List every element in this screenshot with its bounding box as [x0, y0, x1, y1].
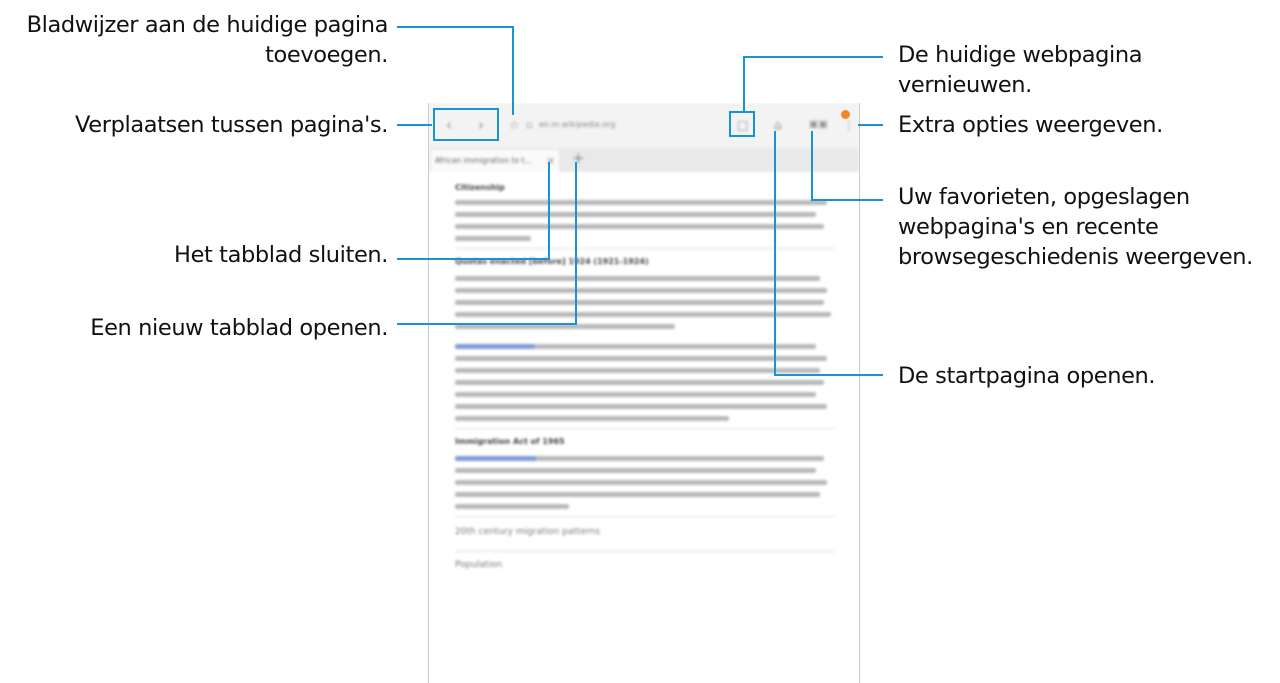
more-options-indicator-dot: [841, 110, 850, 119]
callout-favorites-line-3: browsegeschiedenis weergeven.: [898, 244, 1253, 270]
callout-favorites: Uw favorieten, opgeslagen webpagina's en…: [898, 182, 1253, 272]
callout-new-tab: Een nieuw tabblad openen.: [90, 315, 388, 341]
callout-bookmark: Bladwijzer aan de huidige pagina toevoeg…: [26, 10, 389, 70]
section-heading-population: Population: [455, 560, 503, 570]
callout-favorites-line-1: Uw favorieten, opgeslagen: [898, 184, 1190, 210]
highlight-navigation-buttons: [433, 108, 499, 141]
plus-icon[interactable]: +: [572, 149, 585, 167]
section-heading-20th-century: 20th century migration patterns: [455, 527, 600, 537]
section-heading-quotas: Quotas enacted [before] 1924 (1921-1924): [455, 257, 649, 266]
tab-active[interactable]: African immigration to t... ×: [431, 150, 559, 172]
bookmark-star-icon[interactable]: ☆: [509, 115, 520, 135]
callout-bookmark-line-1: Bladwijzer aan de huidige pagina: [26, 12, 389, 38]
tab-title: African immigration to t...: [435, 156, 532, 165]
callout-navigate: Verplaatsen tussen pagina's.: [75, 112, 388, 138]
section-heading-citizenship: Citizenship: [455, 183, 505, 192]
close-icon[interactable]: ×: [546, 150, 555, 172]
url-field[interactable]: en.m.wikipedia.org: [539, 120, 839, 130]
callout-home: De startpagina openen.: [898, 363, 1156, 389]
callout-bookmark-line-2: toevoegen.: [265, 42, 388, 68]
callout-more-options: Extra opties weergeven.: [898, 112, 1163, 138]
callout-refresh-line-2: vernieuwen.: [898, 72, 1032, 98]
tab-bar: African immigration to t... × +: [429, 148, 859, 172]
callout-close-tab: Het tabblad sluiten.: [174, 242, 388, 268]
section-heading-immigration-act: Immigration Act of 1965: [455, 437, 565, 446]
highlight-refresh-button: [729, 111, 755, 137]
page-content: Citizenship Quotas enacted [before] 1924…: [455, 183, 835, 570]
bookmarks-icon[interactable]: ▣▣: [809, 115, 828, 135]
callout-refresh-line-1: De huidige webpagina: [898, 42, 1143, 68]
lock-icon: ▫: [526, 120, 533, 131]
home-icon[interactable]: ⌂: [774, 115, 782, 135]
browser-window: ‹ › ☆ ▫ en.m.wikipedia.org □ ⌂ ▣▣ ⋮ Afri…: [428, 103, 860, 683]
callout-refresh: De huidige webpagina vernieuwen.: [898, 40, 1142, 100]
callout-favorites-line-2: webpagina's en recente: [898, 214, 1159, 240]
